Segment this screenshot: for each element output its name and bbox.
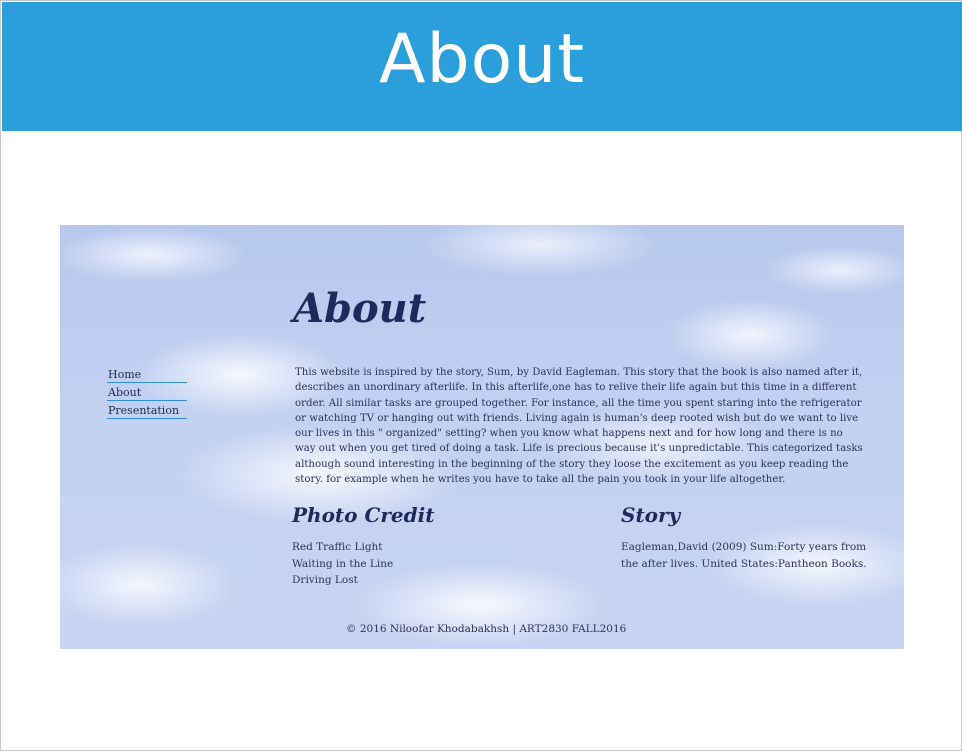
story-heading: Story xyxy=(621,503,681,527)
page-header: About xyxy=(2,2,962,131)
page-title: About xyxy=(293,285,427,332)
nav-item-about[interactable]: About xyxy=(107,385,187,401)
list-item: Red Traffic Light xyxy=(292,541,383,553)
footer-text: © 2016 Niloofar Khodabakhsh | ART2830 FA… xyxy=(346,623,627,635)
nav-item-home[interactable]: Home xyxy=(107,367,187,383)
browser-frame: About About Home About Presentation This… xyxy=(0,0,962,751)
story-citation: Eagleman,David (2009) Sum:Forty years fr… xyxy=(621,541,867,570)
side-nav: Home About Presentation xyxy=(107,367,187,421)
photo-credit-heading: Photo Credit xyxy=(292,503,435,527)
list-item: Driving Lost xyxy=(292,574,358,586)
header-title: About xyxy=(378,20,586,99)
intro-paragraph: This website is inspired by the story, S… xyxy=(295,367,863,486)
nav-item-presentation[interactable]: Presentation xyxy=(107,403,187,419)
content-panel: About Home About Presentation This websi… xyxy=(60,225,904,649)
photo-credit-list: Red Traffic Light Waiting in the Line Dr… xyxy=(292,539,393,589)
list-item: Waiting in the Line xyxy=(292,557,394,570)
